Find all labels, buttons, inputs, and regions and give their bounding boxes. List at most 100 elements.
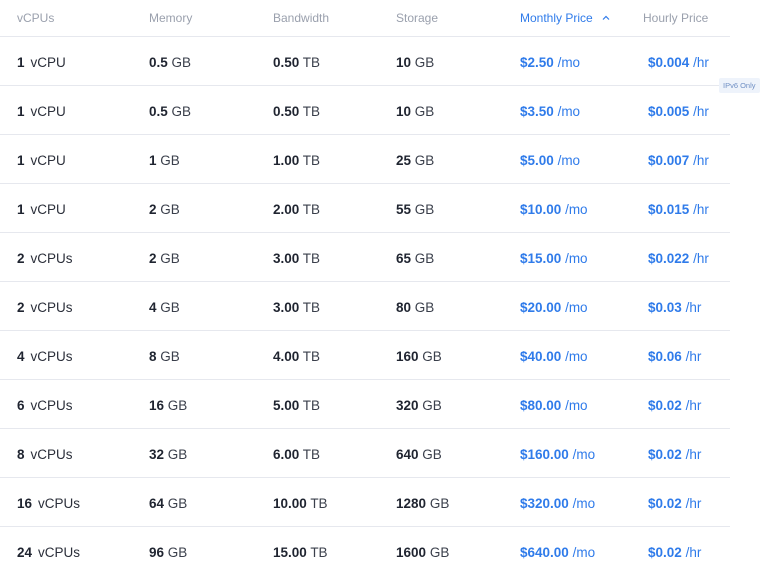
memory-cell: 64 GB bbox=[149, 496, 187, 511]
table-row[interactable]: 4 vCPUs 8 GB 4.00 TB 160 GB $40.00 /mo $0.06 /… bbox=[0, 331, 730, 380]
monthly-price-value: $20.00 bbox=[520, 300, 562, 315]
monthly-price-cell: $320.00 /mo bbox=[520, 496, 595, 511]
bandwidth-value: 15.00 bbox=[273, 545, 307, 560]
storage-unit: GB bbox=[422, 398, 442, 413]
hourly-price-unit: /hr bbox=[685, 398, 702, 413]
header-memory[interactable]: Memory bbox=[149, 11, 192, 25]
vcpu-cell: 2 vCPUs bbox=[17, 300, 73, 315]
monthly-price-unit: /mo bbox=[572, 496, 596, 511]
storage-unit: GB bbox=[414, 104, 435, 119]
memory-value: 32 bbox=[149, 447, 165, 462]
vcpu-count: 16 bbox=[17, 496, 33, 511]
memory-cell: 16 GB bbox=[149, 398, 187, 413]
memory-value: 0.5 bbox=[149, 104, 168, 119]
monthly-price-unit: /mo bbox=[572, 447, 596, 462]
monthly-price-cell: $15.00 /mo bbox=[520, 251, 588, 266]
chevron-up-icon bbox=[602, 15, 610, 20]
bandwidth-unit: TB bbox=[302, 300, 321, 315]
monthly-price-cell: $40.00 /mo bbox=[520, 349, 588, 364]
table-row[interactable]: 1 vCPU 1 GB 1.00 TB 25 GB $5.00 /mo $0.007 /hr bbox=[0, 135, 730, 184]
storage-unit: GB bbox=[414, 300, 435, 315]
monthly-price-cell: $5.00 /mo bbox=[520, 153, 580, 168]
vcpu-unit: vCPUs bbox=[38, 496, 81, 511]
table-header: vCPUs Memory Bandwidth Storage Monthly P… bbox=[0, 0, 730, 37]
table-row[interactable]: 6 vCPUs 16 GB 5.00 TB 320 GB $80.00 /mo $0.02 … bbox=[0, 380, 730, 429]
storage-value: 25 bbox=[396, 153, 412, 168]
memory-value: 2 bbox=[149, 202, 157, 217]
monthly-price-value: $320.00 bbox=[520, 496, 569, 511]
table-row[interactable]: 1 vCPU 0.5 GB 0.50 TB 10 GB $3.50 /mo $0.005 /… bbox=[0, 86, 730, 135]
table-row[interactable]: 1 vCPU 0.5 GB 0.50 TB 10 GB $2.50 /mo $0.004 /… bbox=[0, 37, 730, 86]
storage-cell: 1280 GB bbox=[396, 496, 449, 511]
bandwidth-value: 6.00 bbox=[273, 447, 300, 462]
vcpu-cell: 1 vCPU bbox=[17, 202, 66, 217]
vcpu-cell: 2 vCPUs bbox=[17, 251, 73, 266]
monthly-price-unit: /mo bbox=[572, 545, 596, 560]
monthly-price-value: $160.00 bbox=[520, 447, 569, 462]
memory-cell: 2 GB bbox=[149, 202, 180, 217]
monthly-price-cell: $20.00 /mo bbox=[520, 300, 588, 315]
monthly-price-cell: $2.50 /mo bbox=[520, 55, 580, 70]
header-bandwidth[interactable]: Bandwidth bbox=[273, 11, 329, 25]
memory-unit: GB bbox=[160, 251, 180, 266]
hourly-price-value: $0.02 bbox=[648, 398, 682, 413]
hourly-price-value: $0.022 bbox=[648, 251, 690, 266]
bandwidth-cell: 1.00 TB bbox=[273, 153, 320, 168]
hourly-price-unit: /hr bbox=[685, 545, 702, 560]
table-body: 1 vCPU 0.5 GB 0.50 TB 10 GB $2.50 /mo $0.004 /… bbox=[0, 37, 768, 575]
memory-value: 2 bbox=[149, 251, 157, 266]
bandwidth-unit: TB bbox=[302, 349, 321, 364]
hourly-price-value: $0.02 bbox=[648, 496, 682, 511]
storage-unit: GB bbox=[414, 55, 435, 70]
vcpu-unit: vCPUs bbox=[30, 251, 73, 266]
table-row[interactable]: 2 vCPUs 2 GB 3.00 TB 65 GB $15.00 /mo $0.022 /… bbox=[0, 233, 730, 282]
vcpu-cell: 8 vCPUs bbox=[17, 447, 73, 462]
hourly-price-cell: $0.015 /hr bbox=[648, 202, 709, 217]
hourly-price-unit: /hr bbox=[693, 55, 709, 70]
hourly-price-value: $0.02 bbox=[648, 545, 682, 560]
monthly-price-value: $10.00 bbox=[520, 202, 562, 217]
hourly-price-unit: /hr bbox=[693, 104, 709, 119]
bandwidth-value: 5.00 bbox=[273, 398, 300, 413]
vcpu-cell: 6 vCPUs bbox=[17, 398, 73, 413]
bandwidth-cell: 4.00 TB bbox=[273, 349, 320, 364]
vcpu-count: 1 bbox=[17, 55, 25, 70]
monthly-price-unit: /mo bbox=[565, 349, 588, 364]
vcpu-unit: vCPU bbox=[30, 104, 66, 119]
storage-cell: 65 GB bbox=[396, 251, 434, 266]
memory-unit: GB bbox=[171, 55, 192, 70]
table-row[interactable]: 2 vCPUs 4 GB 3.00 TB 80 GB $20.00 /mo $0.03 /h… bbox=[0, 282, 730, 331]
header-vcpus[interactable]: vCPUs bbox=[17, 11, 54, 25]
monthly-price-unit: /mo bbox=[565, 398, 588, 413]
vcpu-count: 2 bbox=[17, 300, 25, 315]
vcpu-count: 2 bbox=[17, 251, 25, 266]
monthly-price-cell: $80.00 /mo bbox=[520, 398, 588, 413]
bandwidth-value: 2.00 bbox=[273, 202, 300, 217]
header-monthly-price[interactable]: Monthly Price bbox=[520, 11, 610, 25]
monthly-price-unit: /mo bbox=[557, 55, 581, 70]
vcpu-unit: vCPUs bbox=[38, 545, 81, 560]
table-row[interactable]: 8 vCPUs 32 GB 6.00 TB 640 GB $160.00 /mo $0.02… bbox=[0, 429, 730, 478]
memory-value: 96 bbox=[149, 545, 165, 560]
table-row[interactable]: 1 vCPU 2 GB 2.00 TB 55 GB $10.00 /mo $0.015 /h… bbox=[0, 184, 730, 233]
hourly-price-cell: $0.02 /hr bbox=[648, 398, 701, 413]
table-row[interactable]: 16 vCPUs 64 GB 10.00 TB 1280 GB $320.00 /mo $0… bbox=[0, 478, 730, 527]
monthly-price-cell: $3.50 /mo bbox=[520, 104, 580, 119]
header-hourly-price[interactable]: Hourly Price bbox=[643, 11, 708, 25]
vcpu-cell: 16 vCPUs bbox=[17, 496, 80, 511]
storage-cell: 320 GB bbox=[396, 398, 442, 413]
table-row[interactable]: 24 vCPUs 96 GB 15.00 TB 1600 GB $640.00 /mo $0… bbox=[0, 527, 730, 575]
hourly-price-cell: $0.022 /hr bbox=[648, 251, 709, 266]
memory-cell: 1 GB bbox=[149, 153, 180, 168]
hourly-price-cell: $0.004 /hr bbox=[648, 55, 709, 70]
memory-value: 1 bbox=[149, 153, 157, 168]
bandwidth-cell: 0.50 TB bbox=[273, 55, 320, 70]
storage-unit: GB bbox=[414, 202, 435, 217]
bandwidth-unit: TB bbox=[302, 55, 321, 70]
bandwidth-value: 1.00 bbox=[273, 153, 300, 168]
storage-value: 1280 bbox=[396, 496, 427, 511]
header-storage[interactable]: Storage bbox=[396, 11, 438, 25]
monthly-price-unit: /mo bbox=[565, 251, 588, 266]
monthly-price-cell: $10.00 /mo bbox=[520, 202, 588, 217]
vcpu-unit: vCPUs bbox=[30, 398, 73, 413]
